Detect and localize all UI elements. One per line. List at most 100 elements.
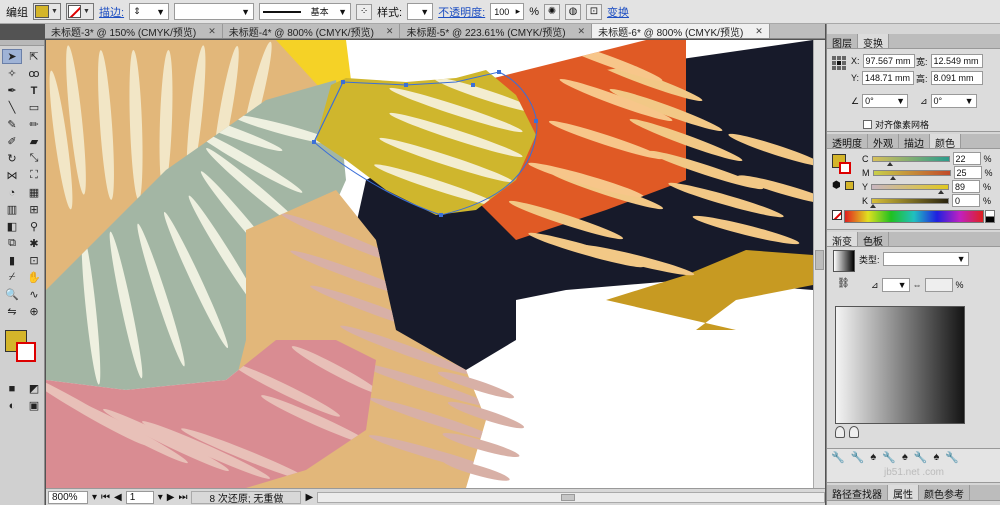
horizontal-scrollbar[interactable]: [317, 491, 825, 503]
prev-artboard-icon[interactable]: ◀: [114, 492, 122, 503]
draw-normal-icon[interactable]: ◐: [2, 398, 22, 413]
shape-builder-tool-icon[interactable]: ◔: [2, 185, 22, 200]
brush-icon[interactable]: 🔧: [851, 451, 865, 467]
stroke-swatch[interactable]: [16, 342, 36, 362]
style-options-icon[interactable]: ⁘: [356, 3, 373, 20]
fill-stroke-swatches[interactable]: [2, 328, 42, 372]
k-channel-slider[interactable]: [870, 197, 950, 208]
stroke-link[interactable]: 描边:: [99, 4, 124, 20]
crosshair-tool-icon[interactable]: ⊕: [24, 304, 44, 319]
color-mode-icon[interactable]: ■: [2, 381, 22, 396]
artboard-number-field[interactable]: 1: [125, 490, 154, 504]
gradient-type-select[interactable]: ▼: [882, 252, 969, 266]
width-field[interactable]: 12.549 mm: [930, 54, 983, 68]
brush-library-strip[interactable]: 🔧 🔧 ♠ 🔧 ♠ 🔧 ♠ 🔧 jb51.net .com: [827, 449, 1000, 483]
screen-mode-icon[interactable]: ▣: [24, 398, 44, 413]
tab-swatches[interactable]: 色板: [858, 232, 889, 248]
shear-angle-field[interactable]: 0° ▼: [930, 94, 977, 108]
gradient-stop-left[interactable]: [835, 426, 845, 438]
opacity-link[interactable]: 不透明度:: [438, 4, 485, 20]
stroke-color-button[interactable]: ▼: [66, 3, 94, 20]
reference-point-icon[interactable]: [832, 56, 846, 70]
free-transform-tool-icon[interactable]: ⛶: [24, 168, 44, 183]
x-field[interactable]: 97.567 mm: [862, 54, 915, 68]
width-tool-icon[interactable]: ⋈: [2, 168, 22, 183]
close-icon[interactable]: ✕: [755, 26, 763, 37]
color-spectrum-bar[interactable]: [844, 210, 984, 223]
close-icon[interactable]: ✕: [578, 26, 586, 37]
gradient-angle-field[interactable]: ▼: [881, 278, 910, 292]
m-channel-value[interactable]: 25: [953, 166, 982, 179]
brush-icon[interactable]: 🔧: [914, 451, 928, 467]
paintbrush-tool-icon[interactable]: ✎: [2, 117, 22, 132]
reflect-tool-icon[interactable]: ⇋: [2, 304, 22, 319]
black-white-swatches[interactable]: [985, 210, 995, 223]
gradient-tool-icon[interactable]: ◧: [2, 219, 22, 234]
zoom-level-field[interactable]: 800%: [48, 490, 88, 504]
column-graph-tool-icon[interactable]: ▮: [2, 253, 22, 268]
scroll-thumb[interactable]: [560, 493, 575, 501]
tab-attributes[interactable]: 属性: [888, 485, 919, 501]
warp-tool-icon[interactable]: ∿: [24, 287, 44, 302]
y-field[interactable]: 148.71 mm: [862, 71, 915, 85]
tab-color-guide[interactable]: 颜色参考: [919, 485, 970, 501]
tab-color[interactable]: 颜色: [930, 134, 961, 150]
rotate-angle-field[interactable]: 0° ▼: [862, 94, 909, 108]
magic-wand-tool-icon[interactable]: ✧: [2, 66, 22, 81]
y-channel-slider[interactable]: [871, 183, 950, 194]
none-color-icon[interactable]: [832, 210, 842, 220]
rotate-tool-icon[interactable]: ↻: [2, 151, 22, 166]
hand-tool-icon[interactable]: ✋: [24, 270, 44, 285]
recolor-artwork-icon[interactable]: ✺: [543, 3, 560, 20]
opacity-input[interactable]: 100 ▸: [490, 3, 525, 20]
gradient-aspect-field[interactable]: [924, 278, 953, 292]
swatch-small[interactable]: [845, 181, 854, 190]
brush-icon[interactable]: 🔧: [831, 451, 845, 467]
scroll-thumb[interactable]: [815, 250, 824, 270]
stroke-weight-field[interactable]: ⇕ ▼: [129, 3, 170, 20]
eyedropper-tool-icon[interactable]: ⚲: [24, 219, 44, 234]
symbol-sprayer-tool-icon[interactable]: ✱: [24, 236, 44, 251]
brush-definition-select[interactable]: 基本 ▼: [259, 3, 352, 20]
k-channel-value[interactable]: 0: [952, 194, 981, 207]
tab-transform[interactable]: 变换: [858, 34, 889, 50]
fill-color-button[interactable]: ▼: [33, 3, 61, 20]
gradient-preview-swatch[interactable]: [833, 250, 855, 272]
brush-icon[interactable]: ♠: [902, 451, 908, 467]
pen-tool-icon[interactable]: ✒: [2, 83, 22, 98]
zoom-dropdown-icon[interactable]: ▾: [92, 492, 97, 503]
tab-gradient[interactable]: 渐变: [827, 232, 858, 248]
c-channel-slider[interactable]: [871, 155, 950, 166]
tab-stroke[interactable]: 描边: [899, 134, 930, 150]
perspective-grid-tool-icon[interactable]: ▥: [2, 202, 22, 217]
align-options-icon[interactable]: ◍: [564, 3, 581, 20]
m-channel-slider[interactable]: [872, 169, 951, 180]
tab-pathfinder[interactable]: 路径查找器: [827, 485, 888, 501]
c-channel-value[interactable]: 22: [952, 152, 981, 165]
brush-icon[interactable]: ♠: [870, 451, 876, 467]
close-icon[interactable]: ✕: [208, 26, 216, 37]
tab-document-3[interactable]: 未标题-3* @ 150% (CMYK/预览) ✕: [45, 24, 223, 39]
graphic-style-select[interactable]: ▼: [407, 3, 434, 20]
gradient-mode-icon[interactable]: ◩: [24, 381, 44, 396]
mesh-tool-icon[interactable]: ⊞: [24, 202, 44, 217]
tab-document-5[interactable]: 未标题-5* @ 223.61% (CMYK/预览) ✕: [400, 24, 593, 39]
blend-tool-icon[interactable]: ⧉: [2, 236, 22, 251]
zoom-tool-icon[interactable]: 🔍: [2, 287, 22, 302]
selection-tool-icon[interactable]: ➤: [2, 49, 22, 64]
scale-tool-icon[interactable]: ⤡: [24, 151, 44, 166]
tab-document-6[interactable]: 未标题-6* @ 800% (CMYK/预览) ✕: [592, 24, 770, 39]
transform-link[interactable]: 变换: [607, 4, 629, 20]
live-paint-tool-icon[interactable]: ▦: [24, 185, 44, 200]
tab-document-4[interactable]: 未标题-4* @ 800% (CMYK/预览) ✕: [223, 24, 401, 39]
brush-icon[interactable]: ♠: [934, 451, 940, 467]
lasso-tool-icon[interactable]: ꝏ: [24, 66, 44, 81]
type-tool-icon[interactable]: T: [24, 83, 44, 98]
blob-brush-tool-icon[interactable]: ✐: [2, 134, 22, 149]
last-artboard-icon[interactable]: ⏭: [178, 492, 187, 503]
rectangle-tool-icon[interactable]: ▭: [24, 100, 44, 115]
align-pixel-checkbox[interactable]: [863, 120, 872, 129]
gradient-slider-preview[interactable]: [835, 306, 965, 424]
first-artboard-icon[interactable]: ⏮: [101, 492, 110, 503]
pencil-tool-icon[interactable]: ✏: [24, 117, 44, 132]
